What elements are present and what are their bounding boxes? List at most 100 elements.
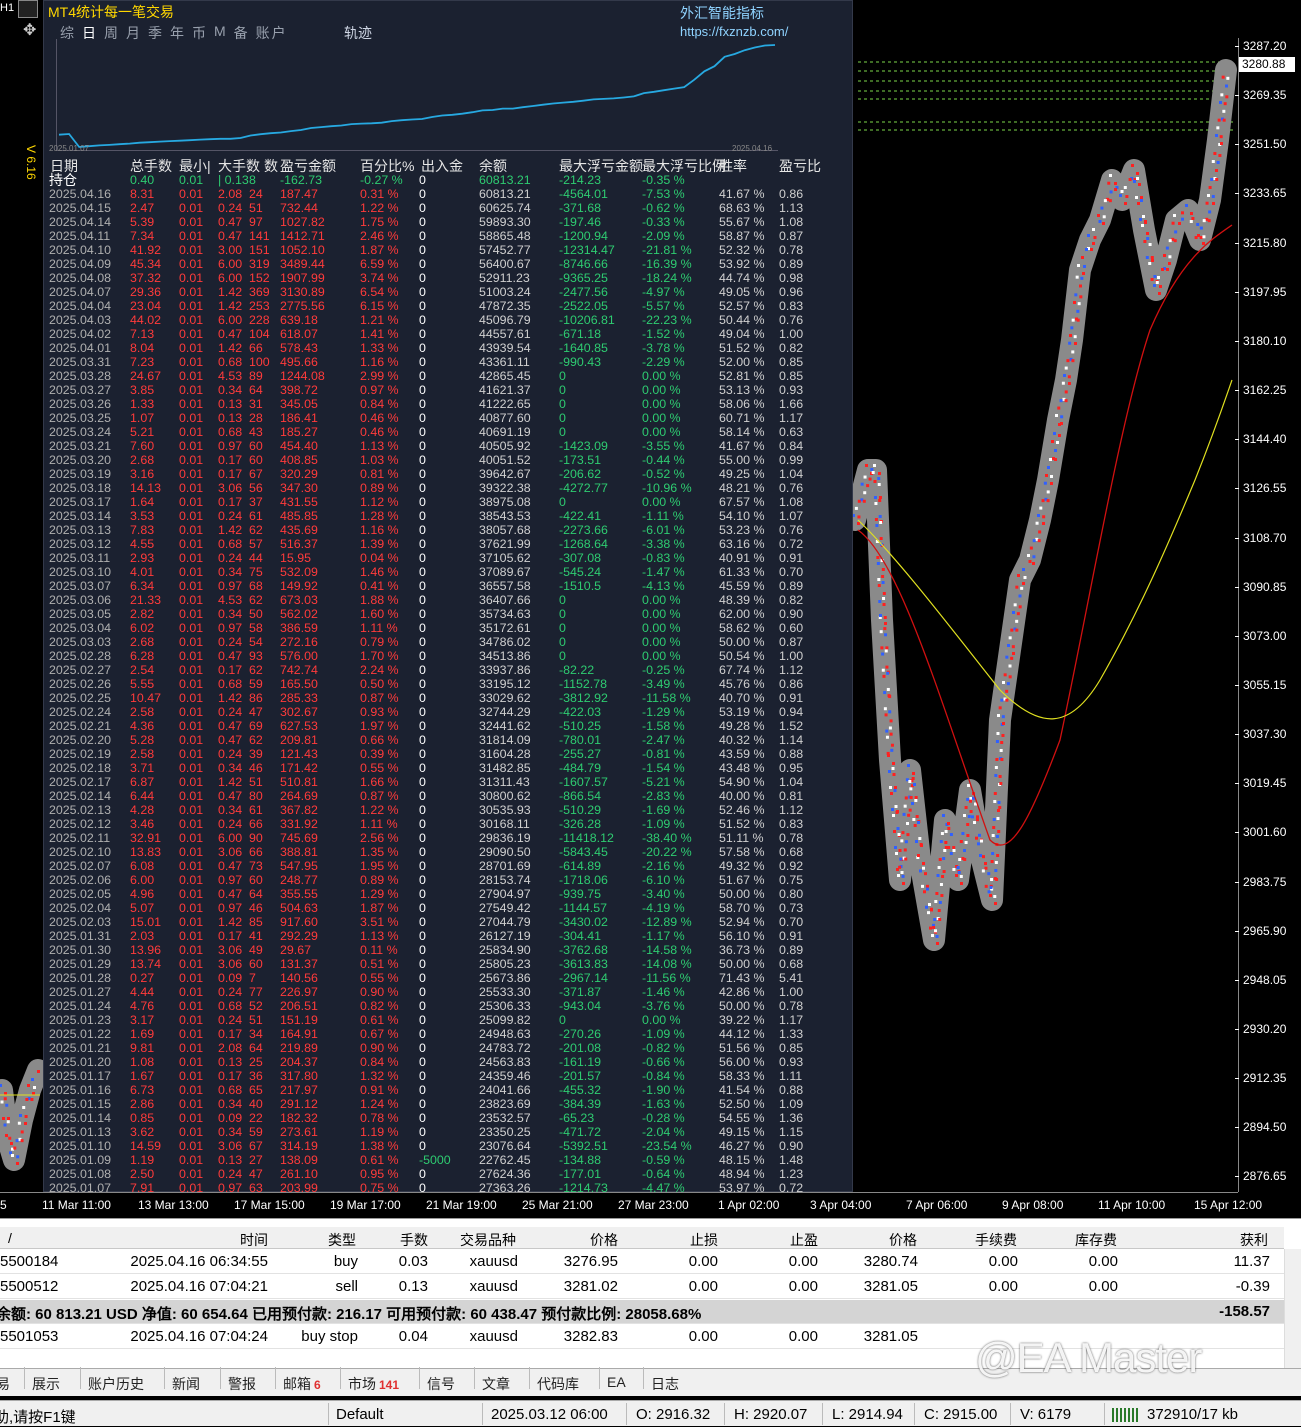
orders-header-cell[interactable]: 止损 bbox=[690, 1230, 718, 1250]
table-cell: 0 bbox=[419, 663, 426, 677]
table-row: 2025.03.25 1.07 0.01 0.13 28 186.41 0.46 % 0 408… bbox=[48, 411, 848, 425]
orders-header-cell[interactable]: / bbox=[8, 1230, 12, 1246]
terminal-tab[interactable]: 账户历史 bbox=[88, 1374, 144, 1394]
orders-header-cell[interactable]: 获利 bbox=[1240, 1230, 1268, 1250]
table-cell: 1.13 bbox=[779, 201, 804, 215]
orders-header-cell[interactable]: 止盈 bbox=[790, 1230, 818, 1250]
orders-header-cell[interactable]: 时间 bbox=[240, 1230, 268, 1250]
orders-header-cell[interactable]: 交易品种 bbox=[460, 1230, 516, 1250]
table-cell: 138.09 bbox=[280, 1153, 318, 1167]
table-cell: 1.07 bbox=[779, 509, 804, 523]
table-cell: 0 bbox=[419, 355, 426, 369]
table-cell: 61.33 % bbox=[719, 565, 765, 579]
table-cell: 0.89 bbox=[779, 943, 804, 957]
order-row[interactable]: 5500184 2025.04.16 06:34:55 buy 0.03 xauusd 3… bbox=[0, 1250, 1284, 1274]
table-cell: -11.58 % bbox=[642, 691, 691, 705]
table-cell: 13.83 bbox=[130, 845, 162, 859]
table-cell: -5.57 % bbox=[642, 299, 685, 313]
terminal-tab[interactable]: 文章 bbox=[482, 1374, 510, 1394]
table-cell: 57.58 % bbox=[719, 845, 765, 859]
table-cell: 0.01 bbox=[179, 621, 204, 635]
table-cell: -177.01 bbox=[559, 1167, 602, 1181]
terminal-tab[interactable]: 信号 bbox=[427, 1374, 455, 1394]
table-cell: 60 bbox=[249, 957, 263, 971]
table-cell: 0.34 bbox=[218, 565, 243, 579]
table-cell: 0 bbox=[419, 1097, 426, 1111]
status-bar: 助,请按F1键 Default 2025.03.12 06:00 O: 2916… bbox=[0, 1400, 1301, 1426]
table-row: 2025.04.14 5.39 0.01 0.47 97 1027.82 1.75 % 0 59… bbox=[48, 215, 848, 229]
table-cell: 52.32 % bbox=[719, 243, 765, 257]
table-cell: 0.89 bbox=[779, 579, 804, 593]
panel-toggle-button[interactable] bbox=[18, 0, 38, 18]
table-cell: -0.35 % bbox=[642, 173, 685, 187]
terminal-tab[interactable]: 邮箱 6 bbox=[283, 1374, 321, 1394]
price-axis[interactable]: 3287.20 3269.35 3251.50 3233.65 3215.80 3197.… bbox=[1234, 38, 1301, 1192]
table-cell: 50.54 % bbox=[719, 649, 765, 663]
price-tick: 2948.05 bbox=[1234, 972, 1287, 987]
table-cell: 35734.63 bbox=[479, 607, 531, 621]
table-cell: 0 bbox=[419, 1041, 426, 1055]
table-row: 2025.01.23 3.17 0.01 0.24 51 151.19 0.61 % 0 250… bbox=[48, 1013, 848, 1027]
table-row: 2025.04.03 44.02 0.01 6.00 228 639.18 1.21 % 0 4… bbox=[48, 313, 848, 327]
table-cell: 1.07 bbox=[130, 411, 155, 425]
time-axis[interactable]: 5 11 Mar 11:00 13 Mar 13:00 17 Mar 15:00 19 … bbox=[0, 1192, 1262, 1218]
table-cell: 0.85 bbox=[779, 369, 804, 383]
table-cell: 0.98 bbox=[779, 271, 804, 285]
table-cell: 1.04 bbox=[779, 467, 804, 481]
table-cell: 2025.01.16 bbox=[49, 1083, 112, 1097]
move-icon[interactable]: ✥ bbox=[23, 20, 36, 40]
status-profile[interactable]: Default bbox=[336, 1406, 384, 1423]
account-summary-row: 余额: 60 813.21 USD 净值: 60 654.64 已用预付款: 2… bbox=[0, 1300, 1284, 1324]
table-cell: 504.63 bbox=[280, 901, 318, 915]
terminal-tab[interactable]: 市场 141 bbox=[348, 1374, 399, 1394]
table-cell: 0.01 bbox=[179, 1027, 204, 1041]
table-cell: 2025.02.05 bbox=[49, 887, 112, 901]
orders-header-cell[interactable]: 价格 bbox=[889, 1230, 917, 1250]
site-link[interactable]: 外汇智能指标 https://fxznzb.com/ bbox=[680, 3, 852, 39]
table-cell: -161.19 bbox=[559, 1055, 602, 1069]
terminal-tab[interactable]: 展示 bbox=[32, 1374, 60, 1394]
orders-header-cell[interactable]: 手续费 bbox=[975, 1230, 1017, 1250]
order-cell: 0.04 bbox=[398, 1328, 428, 1345]
table-cell: 0.01 bbox=[179, 369, 204, 383]
site-url[interactable]: https://fxznzb.com/ bbox=[680, 24, 788, 39]
orders-header-cell[interactable]: 价格 bbox=[590, 1230, 618, 1250]
table-cell: 31311.43 bbox=[479, 775, 530, 789]
order-cell: 3282.83 bbox=[563, 1328, 618, 1345]
table-cell: 3.06 bbox=[218, 1139, 243, 1153]
table-cell: 0 bbox=[419, 775, 426, 789]
terminal-scrollbar[interactable] bbox=[1284, 1249, 1301, 1369]
terminal-tab[interactable]: 代码库 bbox=[537, 1374, 579, 1394]
time-tick: 9 Apr 08:00 bbox=[1002, 1198, 1064, 1212]
table-cell: -1214.73 bbox=[559, 1181, 608, 1195]
table-cell: 2025.03.19 bbox=[49, 467, 112, 481]
table-cell: -3613.83 bbox=[559, 957, 608, 971]
terminal-tab[interactable]: 警报 bbox=[228, 1374, 256, 1394]
price-tick: 2930.20 bbox=[1234, 1022, 1287, 1036]
orders-header-cell[interactable]: 手数 bbox=[400, 1230, 428, 1250]
order-row[interactable]: 5500512 2025.04.16 07:04:21 sell 0.13 xauusd… bbox=[0, 1275, 1284, 1299]
table-cell: 0.85 bbox=[779, 355, 804, 369]
table-cell: 203.99 bbox=[280, 1181, 318, 1195]
terminal-tab[interactable]: 新闻 bbox=[172, 1374, 200, 1394]
terminal-tab[interactable]: 日志 bbox=[651, 1374, 679, 1394]
terminal-tab[interactable]: EA bbox=[607, 1374, 626, 1390]
order-cell: -0.39 bbox=[1235, 1278, 1270, 1295]
table-cell: 37.32 bbox=[130, 271, 162, 285]
table-cell: 0 bbox=[559, 649, 566, 663]
table-cell: -5.21 % bbox=[642, 775, 685, 789]
table-cell: 6.73 bbox=[130, 1083, 155, 1097]
table-cell: 0.01 bbox=[179, 201, 204, 215]
terminal-tab[interactable]: 易 bbox=[0, 1374, 10, 1394]
table-cell: 33937.86 bbox=[479, 663, 531, 677]
orders-header-cell[interactable]: 类型 bbox=[328, 1230, 356, 1250]
table-cell: 0 bbox=[419, 397, 426, 411]
order-cell: 0.00 bbox=[1088, 1278, 1118, 1295]
table-cell: 1.52 bbox=[779, 719, 804, 733]
table-row: 2025.01.27 4.44 0.01 0.24 77 226.97 0.90 % 0 255… bbox=[48, 985, 848, 999]
orders-header-cell[interactable]: 库存费 bbox=[1075, 1230, 1117, 1250]
table-cell: 0.91 % bbox=[360, 1083, 399, 1097]
table-row: 2025.02.12 3.46 0.01 0.24 66 331.92 1.11 % 0 301… bbox=[48, 817, 848, 831]
table-cell: 58.87 % bbox=[719, 229, 765, 243]
table-cell: 1.42 bbox=[218, 915, 243, 929]
